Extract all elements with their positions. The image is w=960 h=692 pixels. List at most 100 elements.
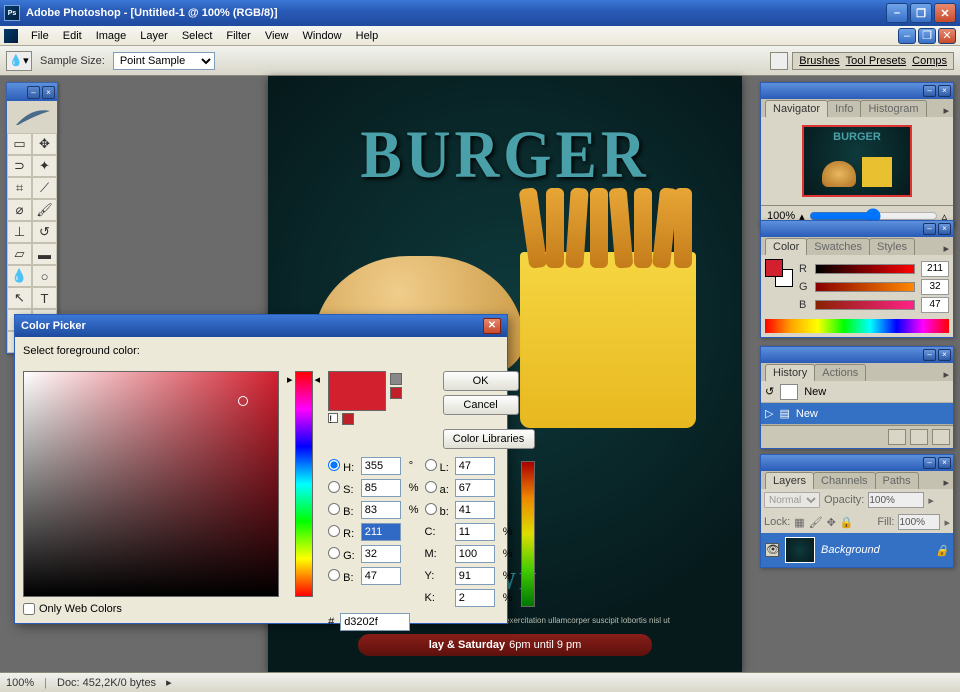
- layers-close-button[interactable]: ×: [938, 457, 951, 469]
- history-minimize-button[interactable]: –: [923, 349, 936, 361]
- cube-icon[interactable]: [390, 373, 402, 385]
- doc-restore-button[interactable]: ❐: [918, 28, 936, 44]
- y-input[interactable]: [455, 567, 495, 585]
- status-flyout-icon[interactable]: ▸: [166, 676, 172, 689]
- saturation-value-field[interactable]: [23, 371, 279, 597]
- menu-edit[interactable]: Edit: [56, 28, 89, 44]
- toolbox-close-button[interactable]: ×: [42, 86, 55, 99]
- lock-move-icon[interactable]: ✥: [827, 516, 836, 529]
- tab-styles[interactable]: Styles: [869, 238, 915, 255]
- k-input[interactable]: [455, 589, 495, 607]
- a-radio[interactable]: [425, 481, 437, 493]
- s-input[interactable]: [361, 479, 401, 497]
- layer-name[interactable]: Background: [821, 544, 880, 556]
- nearest-swatch[interactable]: [390, 387, 402, 399]
- fill-flyout-icon[interactable]: ▸: [944, 516, 950, 529]
- nav-minimize-button[interactable]: –: [923, 85, 936, 97]
- tool-wand[interactable]: ✦: [32, 155, 57, 177]
- history-source[interactable]: ↺ New: [761, 381, 953, 403]
- toolbox-minimize-button[interactable]: –: [27, 86, 40, 99]
- g-value[interactable]: 32: [921, 279, 949, 295]
- l-input[interactable]: [455, 457, 495, 475]
- current-tool-icon[interactable]: 💧▾: [6, 51, 32, 71]
- warn-icon[interactable]: !: [328, 413, 338, 423]
- picker-close-button[interactable]: ✕: [483, 318, 501, 334]
- tool-path[interactable]: ↖: [7, 287, 32, 309]
- history-step[interactable]: ▷ ▤ New: [761, 403, 953, 425]
- well-tab-brushes[interactable]: Brushes: [799, 55, 839, 67]
- l-radio[interactable]: [425, 459, 437, 471]
- tool-lasso[interactable]: ⊃: [7, 155, 32, 177]
- tab-info[interactable]: Info: [827, 100, 861, 117]
- doc-close-button[interactable]: ✕: [938, 28, 956, 44]
- r-radio[interactable]: [328, 525, 340, 537]
- history-snapshot-button[interactable]: [910, 429, 928, 445]
- r-value[interactable]: 211: [921, 261, 949, 277]
- panel-menu-icon[interactable]: ▸: [939, 242, 953, 255]
- tab-navigator[interactable]: Navigator: [765, 100, 828, 117]
- r-slider[interactable]: [815, 264, 915, 274]
- layers-minimize-button[interactable]: –: [923, 457, 936, 469]
- color-close-button[interactable]: ×: [938, 223, 951, 235]
- tab-paths[interactable]: Paths: [875, 472, 919, 489]
- doc-minimize-button[interactable]: –: [898, 28, 916, 44]
- r-input[interactable]: [361, 523, 401, 541]
- web-colors-checkbox[interactable]: [23, 603, 35, 615]
- tab-layers[interactable]: Layers: [765, 472, 814, 489]
- opacity-flyout-icon[interactable]: ▸: [928, 494, 934, 507]
- tool-type[interactable]: T: [32, 287, 57, 309]
- panel-menu-icon[interactable]: ▸: [939, 476, 953, 489]
- tool-stamp[interactable]: ⊥: [7, 221, 32, 243]
- visibility-icon[interactable]: 👁: [765, 543, 779, 557]
- color-spectrum[interactable]: [765, 319, 949, 333]
- g-input[interactable]: [361, 545, 401, 563]
- tool-blur[interactable]: 💧: [7, 265, 32, 287]
- panel-menu-icon[interactable]: ▸: [939, 104, 953, 117]
- c-input[interactable]: [455, 523, 495, 541]
- color-fgbg-swatch[interactable]: [765, 259, 793, 287]
- tool-brush[interactable]: 🖌: [32, 199, 57, 221]
- tool-move[interactable]: ✥: [32, 133, 57, 155]
- nav-close-button[interactable]: ×: [938, 85, 951, 97]
- palette-dock-icon[interactable]: [770, 52, 788, 70]
- lock-paint-icon[interactable]: 🖌: [809, 516, 823, 529]
- tab-channels[interactable]: Channels: [813, 472, 875, 489]
- cancel-button[interactable]: Cancel: [443, 395, 519, 415]
- h-input[interactable]: [361, 457, 401, 475]
- tool-slice[interactable]: ⟋: [32, 177, 57, 199]
- menu-file[interactable]: File: [24, 28, 56, 44]
- color-minimize-button[interactable]: –: [923, 223, 936, 235]
- minimize-button[interactable]: –: [886, 3, 908, 23]
- menu-image[interactable]: Image: [89, 28, 134, 44]
- b-slider[interactable]: [815, 300, 915, 310]
- blue-input[interactable]: [361, 567, 401, 585]
- a-input[interactable]: [455, 479, 495, 497]
- bv-input[interactable]: [361, 501, 401, 519]
- opacity-input[interactable]: [868, 492, 924, 508]
- menu-view[interactable]: View: [258, 28, 296, 44]
- s-radio[interactable]: [328, 481, 340, 493]
- tool-heal[interactable]: ⌀: [7, 199, 32, 221]
- tool-history-brush[interactable]: ↺: [32, 221, 57, 243]
- tool-eraser[interactable]: ▱: [7, 243, 32, 265]
- tool-gradient[interactable]: ▬: [32, 243, 57, 265]
- picker-titlebar[interactable]: Color Picker ✕: [15, 315, 507, 337]
- lab-b-input[interactable]: [455, 501, 495, 519]
- tab-swatches[interactable]: Swatches: [806, 238, 870, 255]
- well-tab-comps[interactable]: Comps: [912, 55, 947, 67]
- close-button[interactable]: ✕: [934, 3, 956, 23]
- tab-color[interactable]: Color: [765, 238, 807, 255]
- history-newdoc-button[interactable]: [888, 429, 906, 445]
- status-zoom[interactable]: 100%: [6, 677, 34, 689]
- maximize-button[interactable]: ❐: [910, 3, 932, 23]
- tab-histogram[interactable]: Histogram: [860, 100, 926, 117]
- g-slider[interactable]: [815, 282, 915, 292]
- ok-button[interactable]: OK: [443, 371, 519, 391]
- doc-icon[interactable]: [4, 29, 18, 43]
- g-radio[interactable]: [328, 547, 340, 559]
- hue-slider[interactable]: [295, 371, 313, 597]
- navigator-thumbnail[interactable]: BURGER: [802, 125, 912, 197]
- lock-pixels-icon[interactable]: ▦: [794, 516, 804, 529]
- menu-select[interactable]: Select: [175, 28, 220, 44]
- menu-window[interactable]: Window: [296, 28, 349, 44]
